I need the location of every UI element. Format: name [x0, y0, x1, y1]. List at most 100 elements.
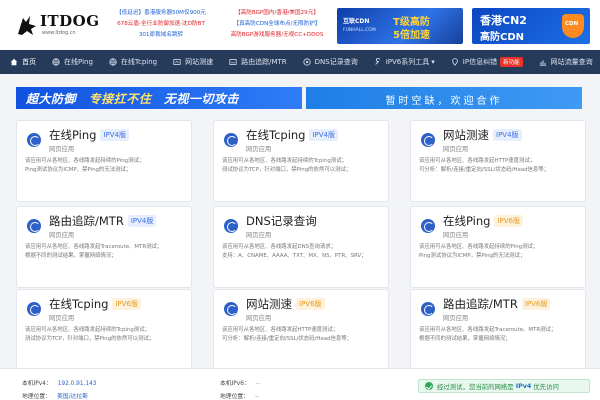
nav-item-ip-correction[interactable]: IP信息纠错 新功能	[451, 50, 523, 74]
nav-item-home[interactable]: 首页	[10, 50, 36, 74]
ad-link[interactable]: 【真高防CDN全球布点/无限防护】	[222, 19, 332, 30]
tool-icon	[27, 219, 41, 233]
tool-card[interactable]: DNS记录查询网页应用该应用可从各地区、各线路发起DNS查询请求； 支持：A、CN…	[213, 206, 389, 288]
card-desc-line: 该应用可从各地区、各线路发起持续的Ping测试；	[419, 244, 539, 250]
card-subtitle: 网页应用	[246, 146, 272, 153]
location-icon	[451, 58, 458, 66]
card-desc-line: Ping测试协议为ICMP，禁Ping的无法测试；	[25, 167, 132, 173]
tool-card[interactable]: 在线Ping IPV4版网页应用该应用可从各地区、各线路发起持续的Ping测试； P…	[16, 120, 192, 202]
card-title: 网站测速 IPV4版	[443, 127, 522, 143]
nav-label: 在线Ping	[64, 58, 93, 66]
ipv6-value: --	[255, 381, 260, 387]
card-desc-line: Ping测试协议为ICMP，禁Ping的无法测试；	[419, 253, 526, 259]
card-description: 该应用可从各地区、各线路发起DNS查询请求； 支持：A、CNAME、AAAA、TX…	[222, 243, 384, 261]
promo-text-a: 超大防御	[26, 92, 77, 106]
card-desc-line: 根据不同的测试结果，掌握网络情况；	[419, 336, 511, 342]
nav-label: IPV6系列工具	[385, 58, 430, 66]
card-title: DNS记录查询	[246, 213, 317, 229]
network-status-banner: 经过测试，您当前的网络是 IPv4 优先访问	[418, 379, 590, 393]
ipv4-value[interactable]: 192.0.91.143	[58, 381, 97, 387]
home-icon	[10, 58, 18, 66]
version-tag: IPV4版	[127, 215, 157, 227]
card-desc-line: 该应用可从各地区、各线路发起持续的Tcping测试；	[25, 327, 150, 333]
ad-link[interactable]: 【低延迟】香港服务器50M仅900元	[108, 8, 214, 19]
globe-icon	[109, 58, 117, 66]
card-desc-line: 测试协议为TCP，针对端口，禁Ping的依然可以测试；	[25, 336, 155, 342]
ad-link[interactable]: 301原裁域名跳转	[108, 30, 214, 41]
vacant-ad-text: 暂时空缺，欢迎合作	[385, 96, 503, 107]
ad-link[interactable]: 高防BGP游戏服务器/无视CC+DDOS	[222, 30, 332, 41]
check-icon	[425, 382, 433, 390]
cdn-ad-brand: 互联CDN	[343, 18, 370, 25]
card-desc-line: 根据不同的测试结果，掌握网络情况；	[25, 253, 117, 259]
cn2-ad-banner[interactable]: 香港CN2 高防CDN CDN	[472, 8, 590, 44]
tool-card[interactable]: 网站测速 IPV6版 网页应用 该应用可从各地区、各线路发起HTTP速度测试； 可分析：…	[213, 289, 389, 371]
card-title-text: 网站测速	[246, 297, 292, 311]
card-subtitle: 网页应用	[443, 232, 469, 239]
promo-text: 超大防御 专接扛不住 无视一切攻击	[26, 90, 239, 107]
card-description: 该应用可从各地区、各线路发起Traceroute、MTR测试； 根据不同的测试结果…	[25, 243, 187, 261]
card-description: 该应用可从各地区、各线路发起持续的Ping测试； Ping测试协议为ICMP，禁P…	[25, 157, 187, 175]
card-title: 在线Ping IPV4版	[49, 127, 129, 143]
card-title-text: 在线Tcping	[246, 128, 306, 142]
tool-card[interactable]: 在线Tcping IPV4版 网页应用 该应用可从各地区、各线路发起持续的Tcping…	[213, 120, 389, 202]
nav-item-ipv6-tools[interactable]: IPV6系列工具 ▾	[374, 50, 435, 74]
ipv4-row: 本机IPv4： 192.0.91.143	[22, 378, 96, 387]
tool-icon	[421, 133, 435, 147]
nav-item-dns[interactable]: DNS记录查询	[303, 50, 358, 74]
nav-label: 在线Tcping	[120, 58, 158, 66]
ad-link[interactable]: 【高防BGP国内/香港/美国29元】	[222, 8, 332, 19]
card-description: 该应用可从各地区、各线路发起HTTP速度测试； 可分析：解析/连接/重定向/SSL…	[419, 157, 581, 175]
nav-item-traceroute[interactable]: 路由追踪/MTR	[229, 50, 287, 74]
tool-card[interactable]: 路由追踪/MTR IPV6版 网页应用 该应用可从各地区、各线路发起Tracerout…	[410, 289, 586, 371]
promo-text-c: 无视一切攻击	[163, 92, 239, 106]
card-desc-line: 支持：A、CNAME、AAAA、TXT、MX、NS、PTR、SRV；	[222, 253, 367, 259]
ad-link[interactable]: 678云盾-全行业防御加速-沈D防BT	[108, 19, 214, 30]
tool-card[interactable]: 在线Ping IPV6版 网页应用 该应用可从各地区、各线路发起持续的Ping测试； P…	[410, 206, 586, 288]
nav-item-speedtest[interactable]: 网站测速	[173, 50, 213, 74]
cdn-ad-banner[interactable]: 互联CDN FUNHALL.COM T级高防 5倍加速	[337, 8, 463, 44]
vacant-ad-banner[interactable]: 暂时空缺，欢迎合作	[306, 87, 582, 109]
nav-label: DNS记录查询	[314, 58, 358, 66]
tool-card[interactable]: 在线Tcping IPV6版 网页应用 该应用可从各地区、各线路发起持续的Tcping…	[16, 289, 192, 371]
tool-icon	[27, 133, 41, 147]
cdn-ad-line2: 5倍加速	[393, 30, 430, 41]
card-subtitle: 网页应用	[246, 315, 272, 322]
tool-card[interactable]: 路由追踪/MTR IPV4版网页应用该应用可从各地区、各线路发起Tracerout…	[16, 206, 192, 288]
card-title: 在线Tcping IPV4版	[246, 127, 339, 143]
nav-label: 路由追踪/MTR	[241, 58, 287, 66]
site-logo[interactable]: ITDOG www.itdog.cn	[14, 10, 99, 40]
nav-item-tcping[interactable]: 在线Tcping	[109, 50, 157, 74]
card-subtitle: 网页应用	[246, 232, 272, 239]
card-title-text: DNS记录查询	[246, 214, 317, 228]
card-desc-line: 测试协议为TCP，针对端口，禁Ping的依然可以测试；	[222, 167, 352, 173]
tool-icon	[224, 219, 238, 233]
card-title: 路由追踪/MTR IPV4版	[49, 213, 157, 229]
tool-icon	[224, 133, 238, 147]
cn2-ad-line1: 香港CN2	[480, 14, 527, 27]
logo-subtitle: www.itdog.cn	[42, 30, 76, 36]
card-subtitle: 网页应用	[443, 315, 469, 322]
card-subtitle: 网页应用	[49, 315, 75, 322]
tool-card[interactable]: 网站测速 IPV4版 网页应用 该应用可从各地区、各线路发起HTTP速度测试； 可分析：…	[410, 120, 586, 202]
card-description: 该应用可从各地区、各线路发起Traceroute、MTR测试； 根据不同的测试结果…	[419, 326, 581, 344]
card-subtitle: 网页应用	[49, 146, 75, 153]
nav-item-traffic[interactable]: 网站流量查询	[539, 50, 593, 74]
card-desc-line: 该应用可从各地区、各线路发起持续的Ping测试；	[25, 158, 145, 164]
card-desc-line: 该应用可从各地区、各线路发起Traceroute、MTR测试；	[419, 327, 557, 333]
cdn-ad-site: FUNHALL.COM	[343, 28, 376, 33]
nav-item-ping[interactable]: 在线Ping	[52, 50, 93, 74]
tool-icon	[375, 58, 380, 65]
card-desc-line: 该应用可从各地区、各线路发起DNS查询请求；	[222, 244, 337, 250]
status-text-post: 优先访问	[533, 382, 559, 391]
card-description: 该应用可从各地区、各线路发起持续的Tcping测试； 测试协议为TCP，针对端口，…	[25, 326, 187, 344]
card-desc-line: 该应用可从各地区、各线路发起HTTP速度测试；	[419, 158, 536, 164]
tool-icon	[27, 302, 41, 316]
ipv6-label: 本机IPv6：	[220, 381, 250, 387]
card-description: 该应用可从各地区、各线路发起HTTP速度测试； 可分析：解析/连接/重定向/SSL…	[222, 326, 384, 344]
card-title-text: 路由追踪/MTR	[443, 297, 518, 311]
globe-icon	[52, 58, 60, 66]
card-subtitle: 网页应用	[49, 232, 75, 239]
main-nav: 首页 在线Ping 在线Tcping 网站测速 路由追踪/MTR DNS记录查询…	[0, 50, 600, 74]
defense-promo-banner[interactable]: 超大防御 专接扛不住 无视一切攻击	[16, 87, 302, 109]
